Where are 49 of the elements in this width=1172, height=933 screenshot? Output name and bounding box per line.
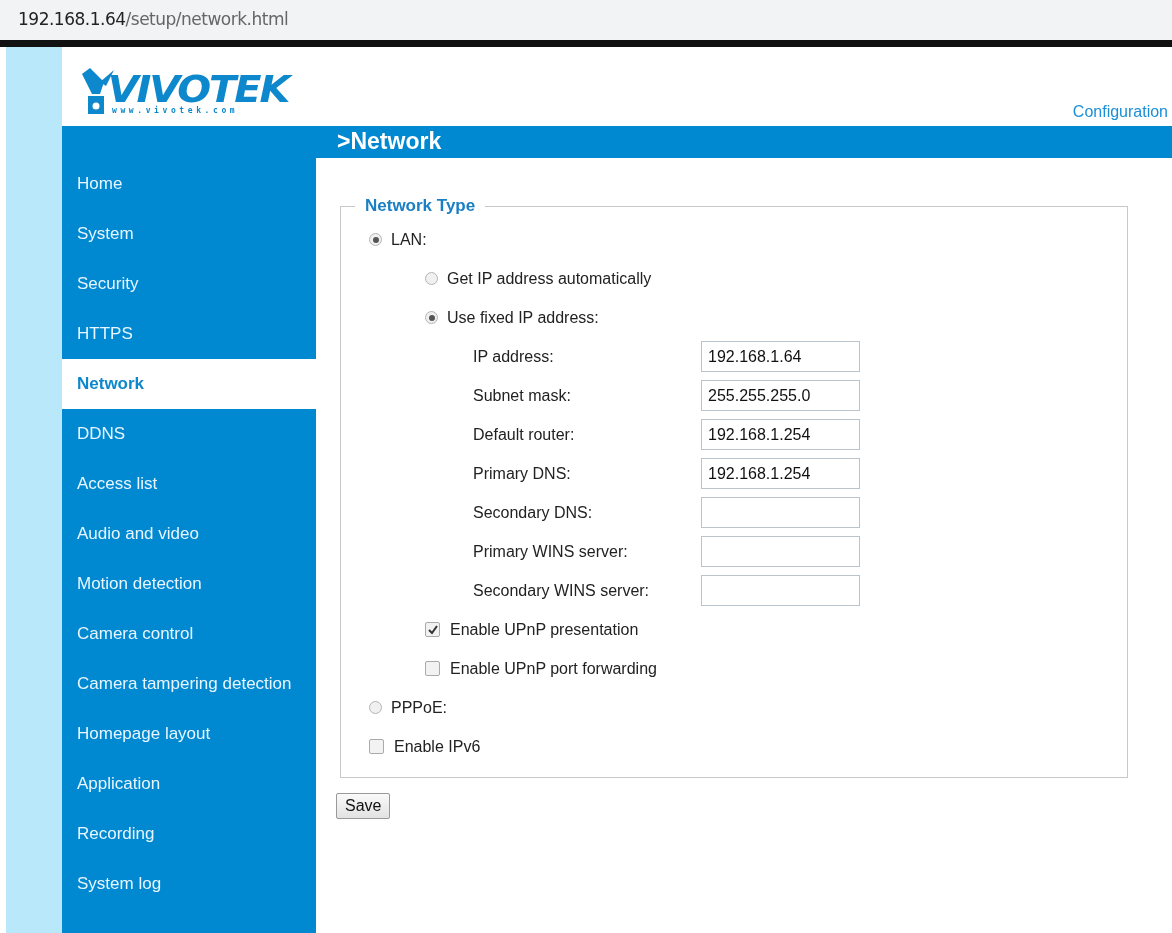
sidebar-item[interactable]: Network [62, 359, 316, 409]
sidebar-item[interactable]: DDNS [62, 409, 316, 459]
radio-button[interactable] [369, 233, 382, 246]
option-label: LAN: [391, 230, 427, 249]
option-label: Enable UPnP port forwarding [450, 659, 657, 678]
field-label: Primary WINS server: [473, 542, 629, 561]
option-label: PPPoE: [391, 698, 448, 717]
page-title: >Network [337, 127, 442, 156]
checkbox[interactable] [425, 661, 440, 676]
option-label: Use fixed IP address: [447, 308, 599, 327]
field-label: Default router: [473, 425, 576, 444]
input-field[interactable] [701, 497, 860, 528]
section-title: Network Type [364, 196, 477, 216]
input-field[interactable]: 255.255.255.0 [701, 380, 860, 411]
field-label: IP address: [473, 347, 555, 366]
sidebar-item[interactable]: Camera control [62, 609, 316, 659]
radio-button[interactable] [425, 272, 438, 285]
sidebar-item[interactable]: Security [62, 259, 316, 309]
checkbox[interactable] [425, 622, 440, 637]
checkbox[interactable] [369, 739, 384, 754]
save-button[interactable]: Save [336, 793, 391, 819]
field-label: Subnet mask: [473, 386, 572, 405]
field-label: Secondary DNS: [473, 503, 594, 522]
input-field[interactable]: 192.168.1.64 [701, 341, 860, 372]
input-field[interactable]: 192.168.1.254 [701, 419, 860, 450]
radio-button[interactable] [369, 701, 382, 714]
input-field[interactable]: 192.168.1.254 [701, 458, 860, 489]
sidebar-item[interactable]: Audio and video [62, 509, 316, 559]
sidebar-item[interactable]: Motion detection [62, 559, 316, 609]
address-field[interactable]: 192.168.1.64/setup/network.html [18, 9, 289, 29]
sidebar-item[interactable]: Camera tampering detection [62, 659, 316, 709]
sidebar-item[interactable]: HTTPS [62, 309, 316, 359]
sidebar-item[interactable]: System log [62, 859, 316, 909]
input-field[interactable] [701, 575, 860, 606]
sidebar-item[interactable]: Homepage layout [62, 709, 316, 759]
option-label: Enable UPnP presentation [450, 620, 639, 639]
input-field[interactable] [701, 536, 860, 567]
configuration-link[interactable]: Configuration [1072, 103, 1168, 121]
sidebar-item[interactable]: Access list [62, 459, 316, 509]
option-label: Get IP address automatically [447, 269, 652, 288]
field-label: Primary DNS: [473, 464, 572, 483]
radio-button[interactable] [425, 311, 438, 324]
sidebar-item[interactable]: Home [62, 159, 316, 209]
logo-url: www.vivotek.com [112, 106, 240, 116]
field-label: Secondary WINS server: [473, 581, 651, 600]
sidebar-item[interactable]: System [62, 209, 316, 259]
sidebar-item[interactable]: Application [62, 759, 316, 809]
option-label: Enable IPv6 [394, 737, 481, 756]
sidebar-item[interactable]: Recording [62, 809, 316, 859]
